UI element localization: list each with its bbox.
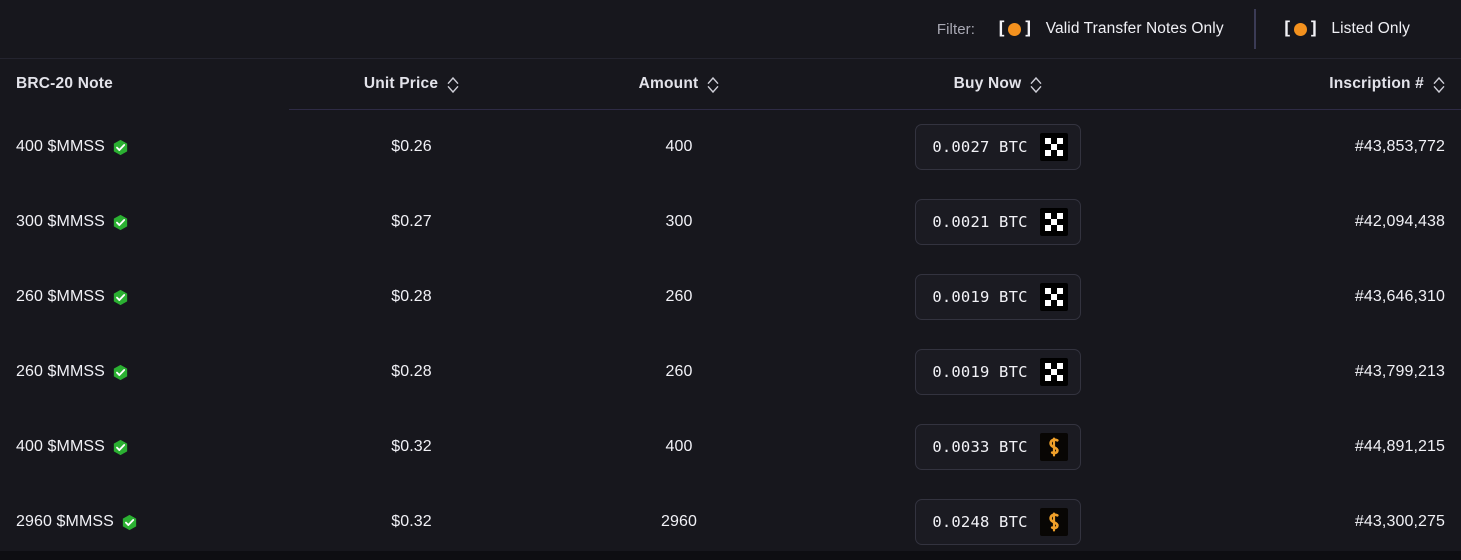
cell-amount: 260	[534, 260, 824, 335]
cell-unit-price: $0.32	[289, 410, 534, 485]
magiceden-icon	[1040, 208, 1068, 236]
listed-only-checkbox[interactable]: []	[1282, 20, 1319, 38]
cell-amount: 300	[534, 185, 824, 260]
sort-toggle-icon[interactable]	[447, 77, 459, 93]
cell-amount: 400	[534, 410, 824, 485]
column-header-brc20-note: BRC-20 Note	[0, 59, 289, 110]
buy-now-button[interactable]: 0.0019 BTC	[915, 349, 1080, 395]
cell-inscription-number: #43,853,772	[1172, 110, 1461, 185]
table-row[interactable]: 400 $MMSS $0.32400 0.0033 BTC #44,891,215	[0, 410, 1461, 485]
column-header-buy-now[interactable]: Buy Now	[824, 59, 1172, 110]
column-header-label: Inscription #	[1329, 75, 1424, 93]
cell-brc20-note: 400 $MMSS	[0, 110, 289, 185]
brc20-marketplace-page: Filter: [] Valid Transfer Notes Only [] …	[0, 0, 1461, 551]
cell-unit-price: $0.26	[289, 110, 534, 185]
verified-badge-icon	[112, 139, 129, 156]
cell-buy-now: 0.0033 BTC	[824, 410, 1172, 485]
magiceden-icon	[1040, 133, 1068, 161]
table-row[interactable]: 2960 $MMSS $0.322960 0.0248 BTC #43,300,275	[0, 485, 1461, 560]
buy-now-button[interactable]: 0.0027 BTC	[915, 124, 1080, 170]
buy-now-button[interactable]: 0.0248 BTC	[915, 499, 1080, 545]
table-row[interactable]: 260 $MMSS $0.28260 0.0019 BTC #43,646,310	[0, 260, 1461, 335]
cell-buy-now: 0.0019 BTC	[824, 260, 1172, 335]
table-header-row: BRC-20 Note Unit Price Amount	[0, 59, 1461, 110]
verified-badge-icon	[112, 289, 129, 306]
buy-now-price: 0.0021 BTC	[932, 213, 1027, 231]
cell-unit-price: $0.28	[289, 260, 534, 335]
sort-toggle-icon[interactable]	[707, 77, 719, 93]
filter-option-label: Listed Only	[1331, 20, 1410, 38]
filter-bar: Filter: [] Valid Transfer Notes Only [] …	[0, 0, 1461, 59]
table-row[interactable]: 400 $MMSS $0.26400 0.0027 BTC #43,853,772	[0, 110, 1461, 185]
cell-buy-now: 0.0019 BTC	[824, 335, 1172, 410]
column-header-label: BRC-20 Note	[16, 75, 113, 93]
okx-icon	[1040, 508, 1068, 536]
column-header-unit-price[interactable]: Unit Price	[289, 59, 534, 110]
buy-now-price: 0.0027 BTC	[932, 138, 1027, 156]
brc20-listings-table: BRC-20 Note Unit Price Amount	[0, 59, 1461, 560]
okx-icon	[1040, 433, 1068, 461]
cell-amount: 2960	[534, 485, 824, 560]
filter-label: Filter:	[937, 21, 975, 38]
filter-option-valid-transfer-notes-only[interactable]: [] Valid Transfer Notes Only	[996, 20, 1224, 38]
cell-brc20-note: 300 $MMSS	[0, 185, 289, 260]
column-header-inscription[interactable]: Inscription #	[1172, 59, 1461, 110]
buy-now-price: 0.0019 BTC	[932, 363, 1027, 381]
cell-unit-price: $0.32	[289, 485, 534, 560]
filter-divider	[1254, 9, 1256, 49]
cell-amount: 400	[534, 110, 824, 185]
cell-unit-price: $0.27	[289, 185, 534, 260]
table-body: 400 $MMSS$0.264000.0027 BTC#43,853,77230…	[0, 110, 1461, 560]
cell-buy-now: 0.0027 BTC	[824, 110, 1172, 185]
verified-badge-icon	[112, 364, 129, 381]
cell-brc20-note: 400 $MMSS	[0, 410, 289, 485]
magiceden-icon	[1040, 283, 1068, 311]
note-name-label: 400 $MMSS	[16, 438, 105, 456]
column-header-amount[interactable]: Amount	[534, 59, 824, 110]
cell-buy-now: 0.0248 BTC	[824, 485, 1172, 560]
checkbox-dot-icon	[1008, 23, 1021, 36]
cell-brc20-note: 260 $MMSS	[0, 260, 289, 335]
filter-option-listed-only[interactable]: [] Listed Only	[1282, 20, 1410, 38]
cell-brc20-note: 260 $MMSS	[0, 335, 289, 410]
sort-toggle-icon[interactable]	[1030, 77, 1042, 93]
cell-brc20-note: 2960 $MMSS	[0, 485, 289, 560]
buy-now-price: 0.0248 BTC	[932, 513, 1027, 531]
buy-now-button[interactable]: 0.0021 BTC	[915, 199, 1080, 245]
verified-badge-icon	[112, 439, 129, 456]
buy-now-price: 0.0019 BTC	[932, 288, 1027, 306]
column-header-label: Buy Now	[954, 75, 1022, 93]
sort-toggle-icon[interactable]	[1433, 77, 1445, 93]
cell-inscription-number: #44,891,215	[1172, 410, 1461, 485]
table-row[interactable]: 300 $MMSS $0.27300 0.0021 BTC #42,094,438	[0, 185, 1461, 260]
checkbox-dot-icon	[1294, 23, 1307, 36]
cell-buy-now: 0.0021 BTC	[824, 185, 1172, 260]
note-name-label: 300 $MMSS	[16, 213, 105, 231]
cell-unit-price: $0.28	[289, 335, 534, 410]
verified-badge-icon	[121, 514, 138, 531]
note-name-label: 260 $MMSS	[16, 288, 105, 306]
filter-option-label: Valid Transfer Notes Only	[1046, 20, 1224, 38]
column-header-label: Unit Price	[364, 75, 438, 93]
cell-amount: 260	[534, 335, 824, 410]
cell-inscription-number: #42,094,438	[1172, 185, 1461, 260]
valid-transfer-notes-checkbox[interactable]: []	[996, 20, 1033, 38]
cell-inscription-number: #43,300,275	[1172, 485, 1461, 560]
buy-now-button[interactable]: 0.0019 BTC	[915, 274, 1080, 320]
magiceden-icon	[1040, 358, 1068, 386]
note-name-label: 400 $MMSS	[16, 138, 105, 156]
buy-now-price: 0.0033 BTC	[932, 438, 1027, 456]
table-row[interactable]: 260 $MMSS $0.28260 0.0019 BTC #43,799,213	[0, 335, 1461, 410]
note-name-label: 2960 $MMSS	[16, 513, 114, 531]
note-name-label: 260 $MMSS	[16, 363, 105, 381]
verified-badge-icon	[112, 214, 129, 231]
buy-now-button[interactable]: 0.0033 BTC	[915, 424, 1080, 470]
table-header: BRC-20 Note Unit Price Amount	[0, 59, 1461, 110]
column-header-label: Amount	[639, 75, 699, 93]
cell-inscription-number: #43,799,213	[1172, 335, 1461, 410]
cell-inscription-number: #43,646,310	[1172, 260, 1461, 335]
